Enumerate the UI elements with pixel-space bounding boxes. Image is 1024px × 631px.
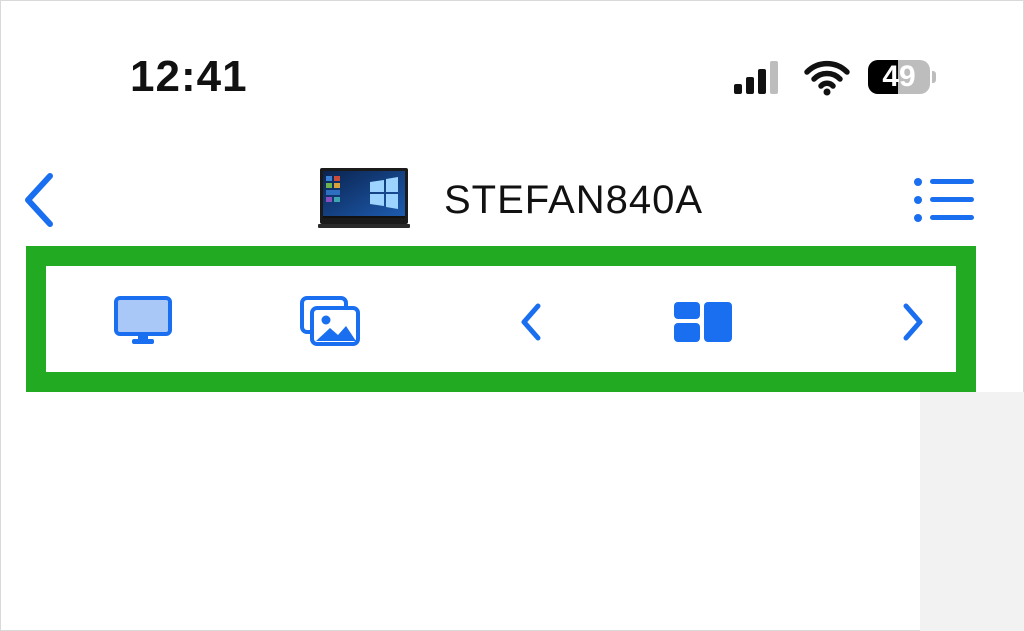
- cellular-signal-icon: [734, 61, 778, 94]
- back-button[interactable]: [20, 172, 60, 228]
- previous-button[interactable]: [496, 292, 566, 352]
- device-thumbnail: [318, 168, 410, 228]
- remote-toolbar: [26, 246, 976, 392]
- side-panel: [920, 392, 1024, 631]
- monitor-icon: [114, 296, 172, 344]
- battery-level: 49: [882, 60, 916, 93]
- screen-button[interactable]: [108, 292, 178, 352]
- layout-grid-icon: [674, 302, 732, 342]
- photo-library-icon: [300, 296, 360, 346]
- wifi-icon: [804, 60, 850, 96]
- layout-button[interactable]: [668, 292, 738, 352]
- chevron-left-icon: [521, 303, 541, 341]
- laptop-icon: [318, 168, 410, 228]
- device-name: STEFAN840A: [444, 178, 704, 222]
- status-time: 12:41: [130, 52, 248, 101]
- chevron-left-icon: [25, 173, 53, 227]
- next-button[interactable]: [878, 292, 948, 352]
- list-menu-button[interactable]: [912, 176, 978, 224]
- chevron-right-icon: [903, 303, 923, 341]
- battery-tip: [932, 71, 936, 83]
- list-icon: [914, 178, 974, 222]
- battery-icon: 49: [868, 60, 930, 94]
- media-button[interactable]: [296, 292, 366, 352]
